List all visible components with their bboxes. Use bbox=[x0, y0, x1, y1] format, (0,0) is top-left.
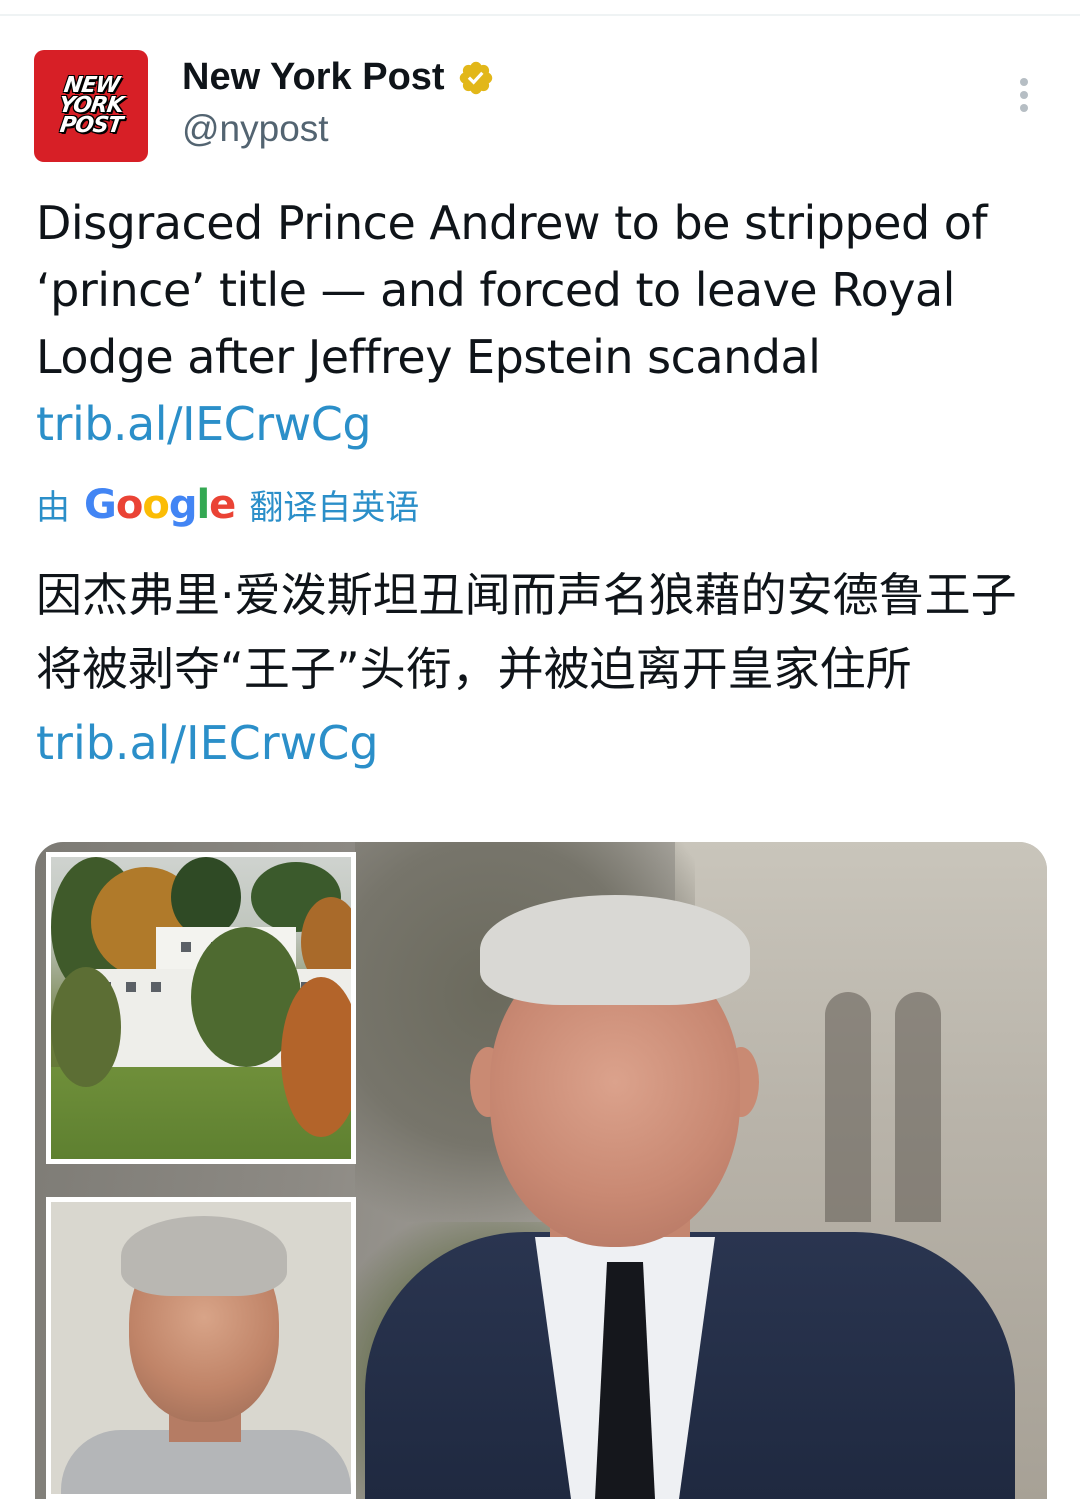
more-options-icon[interactable] bbox=[1006, 74, 1042, 116]
display-name-text[interactable]: New York Post bbox=[182, 56, 445, 99]
photo-man-in-suit bbox=[365, 887, 1015, 1499]
translated-text: 因杰弗里·爱泼斯坦丑闻而声名狼藉的安德鲁王子将被剥夺“王子”头衔，并被迫离开皇家… bbox=[36, 558, 1046, 780]
inset-photo-lodge bbox=[46, 852, 356, 1164]
tweet-media-image[interactable] bbox=[35, 842, 1047, 1499]
verified-badge-icon[interactable] bbox=[457, 59, 495, 97]
avatar-logo-line-3: POST bbox=[58, 113, 124, 138]
handle[interactable]: @nypost bbox=[182, 108, 329, 150]
inset-photo-portrait bbox=[46, 1197, 356, 1499]
tweet-link[interactable]: trib.al/IECrwCg bbox=[36, 397, 372, 451]
tweet-text: Disgraced Prince Andrew to be stripped o… bbox=[36, 190, 1046, 458]
translated-link[interactable]: trib.al/IECrwCg bbox=[36, 716, 379, 770]
translated-body: 因杰弗里·爱泼斯坦丑闻而声名狼藉的安德鲁王子将被剥夺“王子”头衔，并被迫离开皇家… bbox=[36, 568, 1017, 696]
google-logo: Google bbox=[84, 481, 236, 528]
translated-from-label: 翻译自英语 bbox=[249, 488, 420, 528]
avatar[interactable]: NEW YORK POST bbox=[34, 50, 148, 162]
tweet-body: Disgraced Prince Andrew to be stripped o… bbox=[36, 196, 988, 384]
top-divider bbox=[0, 14, 1080, 16]
display-name[interactable]: New York Post bbox=[182, 56, 495, 99]
translation-attribution[interactable]: 由 Google 翻译自英语 bbox=[36, 480, 419, 529]
translated-by-label: 由 bbox=[36, 488, 70, 528]
